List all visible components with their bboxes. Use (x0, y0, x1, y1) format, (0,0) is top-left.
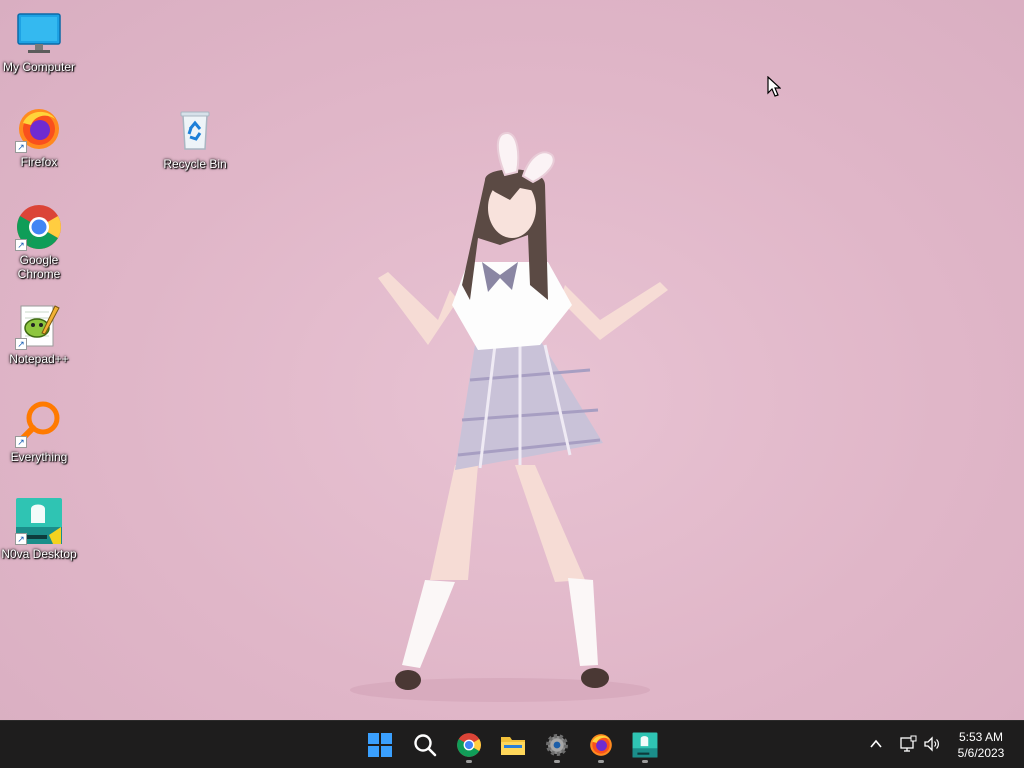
chrome-icon (457, 733, 481, 757)
taskbar-firefox-button[interactable] (583, 727, 619, 763)
desktop-icon-firefox[interactable]: ↗ Firefox (0, 105, 78, 169)
desktop-icon-label: Everything (10, 450, 68, 464)
start-button[interactable] (362, 727, 398, 763)
running-indicator (598, 760, 604, 763)
gear-icon (546, 734, 568, 756)
taskbar-file-explorer-button[interactable] (495, 727, 531, 763)
desktop-icon-recycle-bin[interactable]: Recycle Bin (156, 107, 234, 171)
shortcut-arrow-icon: ↗ (15, 239, 27, 251)
clock-date: 5/6/2023 (957, 746, 1005, 760)
firefox-icon (590, 734, 612, 756)
running-indicator (554, 760, 560, 763)
mouse-pointer-icon (767, 76, 781, 97)
folder-icon (501, 737, 525, 755)
system-clock[interactable]: 5:53 AM 5/6/2023 (946, 729, 1016, 761)
desktop-icon-label: Google Chrome (17, 253, 61, 281)
desktop-icon-notepad-plus-plus[interactable]: ↗ Notepad++ (0, 302, 78, 366)
desktop-icon-n0va-desktop[interactable]: ↗ N0va Desktop (0, 497, 78, 561)
taskbar-n0va-desktop-button[interactable] (627, 727, 663, 763)
taskbar-settings-button[interactable] (539, 727, 575, 763)
desktop-icon-label: Firefox (20, 155, 58, 169)
everything-search-icon: ↗ (15, 400, 63, 448)
show-hidden-icons-button[interactable] (865, 733, 887, 755)
n0va-desktop-icon: ↗ (15, 497, 63, 545)
n0va-desktop-icon (632, 732, 658, 758)
desktop-icon-my-computer[interactable]: My Computer (0, 10, 78, 74)
shortcut-arrow-icon: ↗ (15, 533, 27, 545)
search-icon (414, 734, 437, 757)
network-icon (900, 735, 917, 752)
desktop-icon-label: My Computer (2, 60, 76, 74)
desktop-icon-label: Recycle Bin (163, 157, 227, 171)
speaker-icon (924, 736, 939, 752)
desktop-icon-everything[interactable]: ↗ Everything (0, 400, 78, 464)
monitor-icon (15, 10, 63, 58)
wallpaper-character-illustration (350, 131, 668, 702)
windows-start-icon (368, 733, 392, 757)
chevron-up-icon (870, 739, 882, 748)
chrome-icon: ↗ (15, 203, 63, 251)
network-button[interactable] (897, 733, 919, 755)
desktop-icon-label: N0va Desktop (1, 547, 77, 561)
taskbar-chrome-button[interactable] (451, 727, 487, 763)
running-indicator (466, 760, 472, 763)
firefox-icon: ↗ (15, 105, 63, 153)
taskbar-search-button[interactable] (407, 727, 443, 763)
desktop-icon-google-chrome[interactable]: ↗ Google Chrome (0, 203, 78, 281)
shortcut-arrow-icon: ↗ (15, 436, 27, 448)
shortcut-arrow-icon: ↗ (15, 141, 27, 153)
desktop: My Computer ↗ Firefox Recycle Bin ↗ Goog… (0, 0, 1024, 720)
desktop-icon-label: Notepad++ (9, 352, 69, 366)
taskbar: 5:53 AM 5/6/2023 (0, 720, 1024, 768)
recycle-bin-icon (171, 107, 219, 155)
clock-time: 5:53 AM (958, 730, 1004, 744)
volume-button[interactable] (921, 733, 943, 755)
notepad-plus-plus-icon: ↗ (15, 302, 63, 350)
running-indicator (642, 760, 648, 763)
shortcut-arrow-icon: ↗ (15, 338, 27, 350)
